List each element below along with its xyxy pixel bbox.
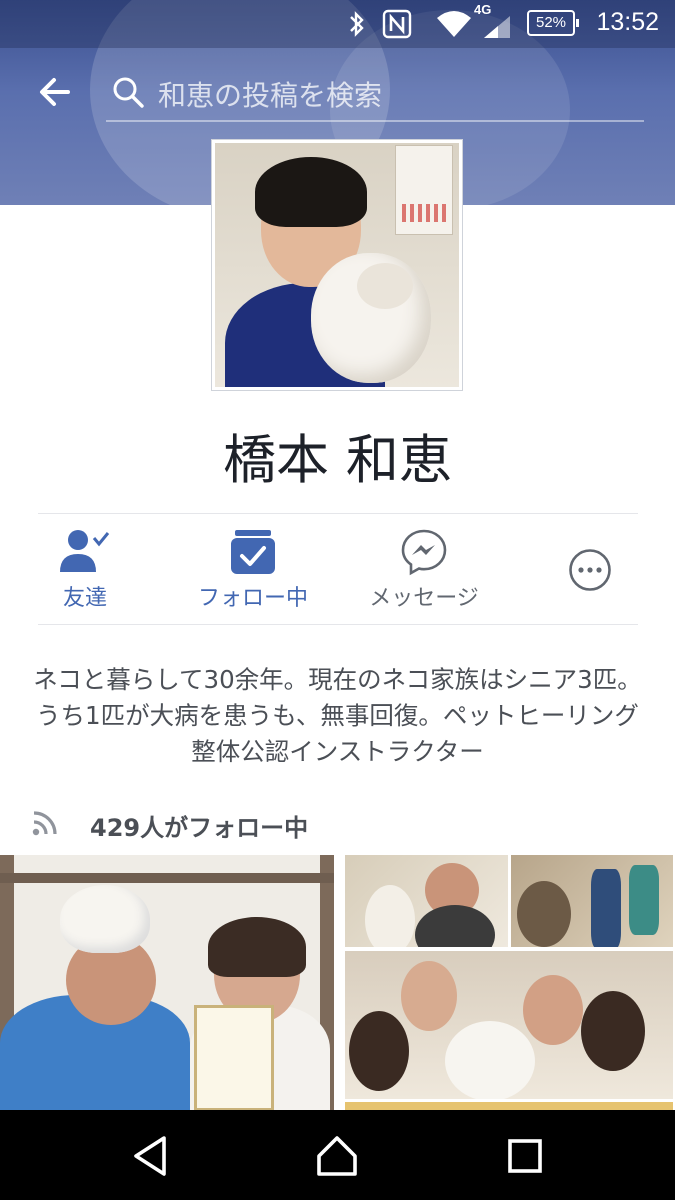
- signal-icon: [484, 16, 510, 38]
- bluetooth-icon: [350, 11, 364, 37]
- message-button[interactable]: メッセージ: [354, 514, 494, 624]
- following-button[interactable]: フォロー中: [178, 514, 328, 624]
- navigation-bar: [0, 1110, 675, 1200]
- photo-group-person-3: [523, 975, 583, 1045]
- photo-caption-strip: [345, 1102, 673, 1110]
- avatar-cat-face: [357, 263, 413, 309]
- rss-feed-icon: [32, 811, 57, 836]
- home-nav-icon[interactable]: [313, 1132, 361, 1180]
- followers-count: 429人がフォロー中: [90, 814, 309, 842]
- photo-grid: [0, 855, 675, 1110]
- back-nav-icon[interactable]: [128, 1132, 176, 1180]
- friends-label: 友達: [62, 586, 107, 611]
- nfc-icon: [382, 9, 412, 39]
- friends-button[interactable]: 友達: [38, 514, 132, 624]
- photo-small-2-person-2: [591, 869, 621, 947]
- photo-group-person-2: [401, 961, 457, 1031]
- more-icon: [569, 549, 611, 591]
- back-arrow-icon[interactable]: [36, 74, 72, 110]
- photo-small-1-person: [365, 885, 415, 947]
- messenger-icon: [401, 529, 447, 576]
- photo-small-2-person: [517, 881, 571, 947]
- profile-bio: ネコと暮らして30余年。現在のネコ家族はシニア3匹。うち1匹が大病を患うも、無事…: [33, 665, 642, 766]
- friend-check-icon: [60, 530, 110, 572]
- photo-small-1[interactable]: [345, 855, 508, 947]
- avatar-person-hair: [255, 157, 367, 227]
- status-bar: 4G 52% 13:52: [0, 0, 675, 48]
- profile-name: 橋本 和恵: [223, 430, 452, 491]
- profile-picture[interactable]: [212, 140, 462, 390]
- profile-actions: 友達 フォロー中 メッセージ: [38, 513, 638, 625]
- photo-large-beam: [0, 873, 334, 883]
- search-posts-bar[interactable]: 和恵の投稿を検索: [106, 66, 644, 122]
- message-label: メッセージ: [369, 586, 479, 611]
- more-button[interactable]: [558, 514, 622, 624]
- photo-group-bear-hat: [445, 1021, 535, 1099]
- following-check-icon: [231, 530, 275, 574]
- battery-icon: 52%: [527, 10, 579, 36]
- photo-group[interactable]: [345, 951, 673, 1099]
- photo-small-2[interactable]: [511, 855, 673, 947]
- photo-woman-hair: [208, 917, 306, 977]
- wifi-icon: [437, 11, 471, 37]
- search-icon: [113, 77, 144, 108]
- photo-certificate: [194, 1005, 274, 1110]
- following-label: フォロー中: [197, 586, 308, 611]
- battery-level: 52%: [535, 14, 567, 31]
- photo-large[interactable]: [0, 855, 334, 1110]
- photo-group-person-4: [581, 991, 645, 1071]
- photo-small-1-shirt: [415, 905, 495, 947]
- photo-bear-hat: [60, 885, 150, 953]
- search-placeholder: 和恵の投稿を検索: [158, 79, 383, 112]
- photo-small-2-person-3: [629, 865, 659, 935]
- photo-collage[interactable]: [343, 855, 675, 1110]
- clock: 13:52: [596, 8, 659, 36]
- recents-nav-icon[interactable]: [501, 1132, 549, 1180]
- photo-group-person-1: [349, 1011, 409, 1091]
- avatar-calendar: [395, 145, 453, 235]
